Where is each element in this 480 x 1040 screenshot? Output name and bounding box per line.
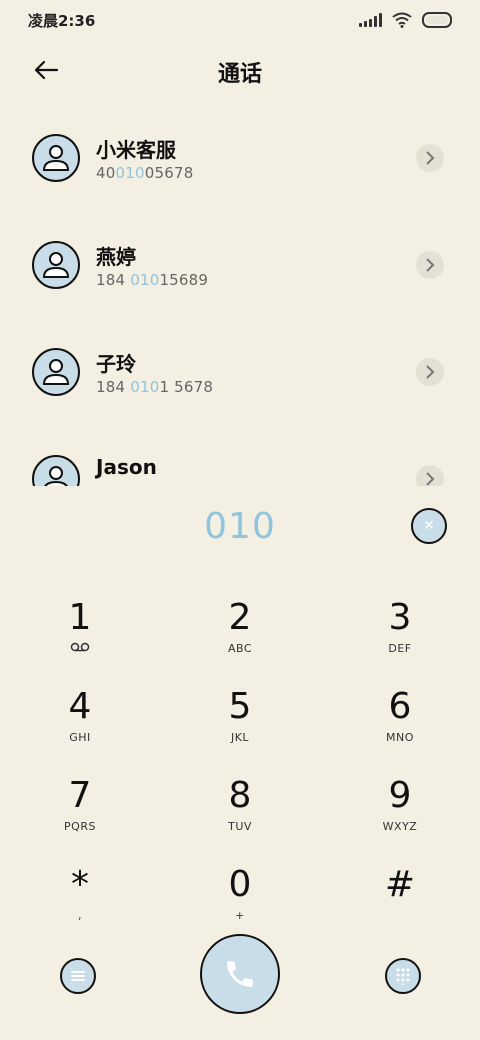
chevron-right-icon <box>426 365 435 379</box>
key-2[interactable]: 2 ABC <box>160 590 320 679</box>
key-4[interactable]: 4 GHI <box>0 679 160 768</box>
contact-detail-button[interactable] <box>416 465 444 486</box>
person-icon <box>42 252 70 278</box>
key-digit: 2 <box>228 597 252 638</box>
close-icon: ✕ <box>423 518 435 534</box>
key-digit: 1 <box>68 597 92 638</box>
key-letters: TUV <box>228 820 252 833</box>
key-8[interactable]: 8 TUV <box>160 768 320 857</box>
chevron-right-icon <box>426 151 435 165</box>
key-letters: WXYZ <box>382 820 418 833</box>
contact-detail-button[interactable] <box>416 144 444 172</box>
contact-row[interactable]: 燕婷 184 01015689 <box>0 217 480 324</box>
key-digit: 6 <box>388 686 412 727</box>
contact-number: 4001005678 <box>96 164 194 182</box>
key-3[interactable]: 3 DEF <box>320 590 480 679</box>
contact-name: 子玲 <box>96 352 136 376</box>
person-icon <box>42 145 70 171</box>
contact-number: 184 01015689 <box>96 271 209 289</box>
key-5[interactable]: 5 JKL <box>160 679 320 768</box>
status-bar: 凌晨2:36 <box>0 0 480 40</box>
contact-avatar <box>32 134 80 182</box>
chevron-right-icon <box>426 472 435 486</box>
page-title: 通话 <box>217 62 262 87</box>
call-button[interactable] <box>200 934 280 1014</box>
signal-icon <box>359 13 382 27</box>
key-9[interactable]: 9 WXYZ <box>320 768 480 857</box>
key-hash[interactable]: # <box>320 857 480 946</box>
menu-icon <box>71 971 85 981</box>
contact-detail-button[interactable] <box>416 251 444 279</box>
keypad: 1 2 ABC 3 DEF 4 GHI 5 JKL 6 MNO 7 PQRS 8… <box>0 590 480 946</box>
phone-icon <box>227 961 253 987</box>
key-digit: # <box>384 864 416 905</box>
person-icon <box>42 359 70 385</box>
number-entry: 010 ✕ <box>0 496 480 560</box>
clear-button[interactable]: ✕ <box>411 508 447 544</box>
contact-avatar <box>32 455 80 486</box>
entered-number[interactable]: 010 <box>0 506 480 547</box>
contact-avatar <box>32 241 80 289</box>
key-1[interactable]: 1 <box>0 590 160 679</box>
key-digit: * <box>71 864 89 905</box>
key-letters: PQRS <box>64 820 96 833</box>
phone-screen: 凌晨2:36 通话 小米客服 4001005678 燕婷 184 0101568… <box>0 0 480 1040</box>
key-digit: 3 <box>388 597 412 638</box>
battery-icon <box>422 12 452 28</box>
key-digit: 4 <box>68 686 92 727</box>
key-0[interactable]: 0 + <box>160 857 320 946</box>
person-icon <box>44 466 68 486</box>
key-letters: GHI <box>69 731 91 744</box>
contact-row[interactable]: 小米客服 4001005678 <box>0 110 480 217</box>
key-digit: 8 <box>228 775 252 816</box>
chevron-right-icon <box>426 258 435 272</box>
dialpad-toggle-button[interactable] <box>385 958 421 994</box>
voicemail-icon <box>70 642 90 652</box>
contact-avatar <box>32 348 80 396</box>
key-7[interactable]: 7 PQRS <box>0 768 160 857</box>
header: 通话 <box>0 44 480 100</box>
key-letters: ABC <box>227 642 253 655</box>
contact-name: Jason <box>96 455 157 479</box>
key-digit: 0 <box>228 864 252 905</box>
contact-name: 燕婷 <box>96 245 136 269</box>
key-star[interactable]: * , <box>0 857 160 946</box>
contact-name: 小米客服 <box>96 138 176 162</box>
status-time: 凌晨2:36 <box>28 12 96 30</box>
menu-button[interactable] <box>60 958 96 994</box>
contact-detail-button[interactable] <box>416 358 444 386</box>
status-icons <box>359 12 452 28</box>
contact-number: 184 0101 5678 <box>96 378 214 396</box>
key-digit: 9 <box>388 775 412 816</box>
dialpad-icon <box>396 968 410 985</box>
key-digit: 7 <box>68 775 92 816</box>
key-letters: MNO <box>386 731 414 744</box>
contact-row[interactable]: Jason <box>0 431 480 486</box>
key-letters: , <box>78 909 82 922</box>
key-6[interactable]: 6 MNO <box>320 679 480 768</box>
wifi-icon <box>392 12 412 28</box>
key-digit: 5 <box>228 686 252 727</box>
key-letters: + <box>235 909 245 922</box>
contact-list: 小米客服 4001005678 燕婷 184 01015689 子玲 184 0… <box>0 110 480 486</box>
bottom-bar <box>0 934 480 1018</box>
key-letters: JKL <box>230 731 250 744</box>
contact-row[interactable]: 子玲 184 0101 5678 <box>0 324 480 431</box>
key-letters: DEF <box>388 642 412 655</box>
